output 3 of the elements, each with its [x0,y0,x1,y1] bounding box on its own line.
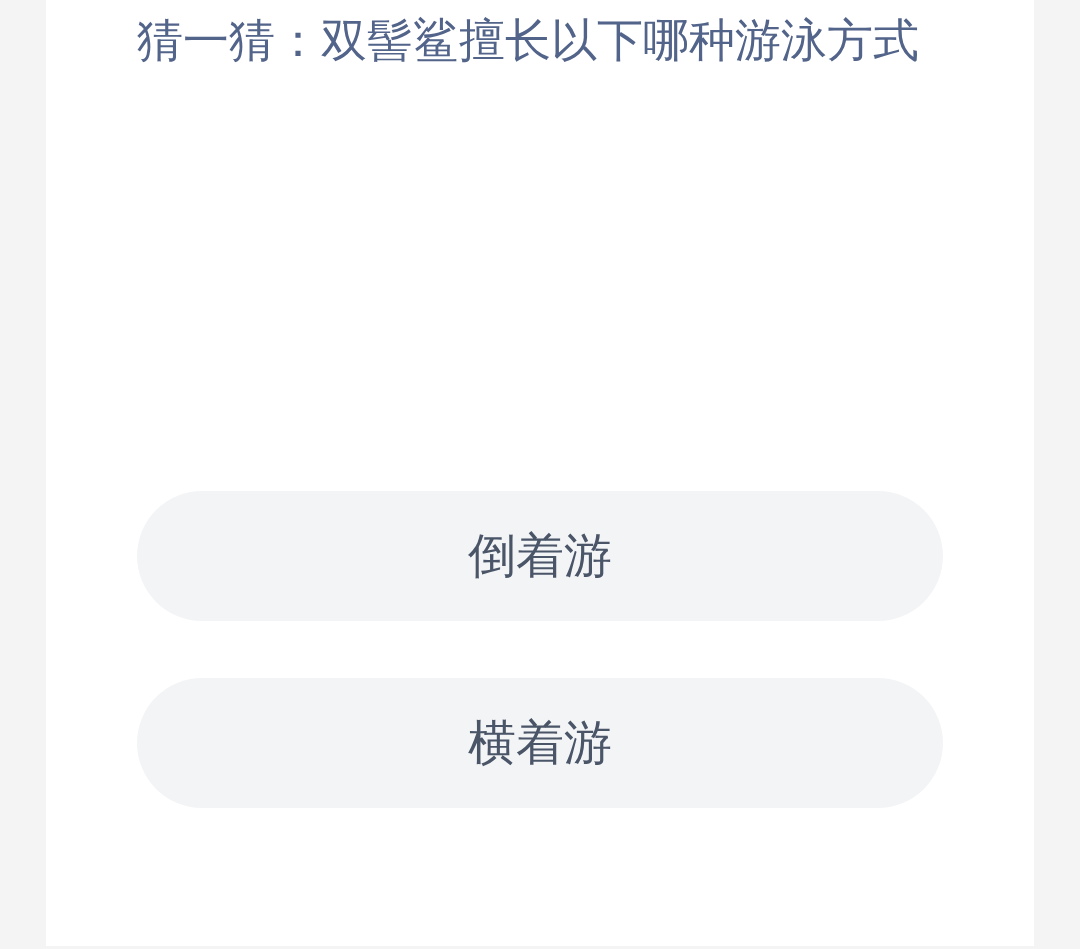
answer-option[interactable]: 倒着游 [137,491,943,621]
question-text: 猜一猜：双髻鲨擅长以下哪种游泳方式 [137,12,920,69]
answer-option[interactable]: 横着游 [137,678,943,808]
